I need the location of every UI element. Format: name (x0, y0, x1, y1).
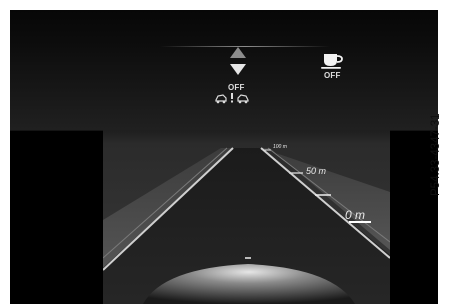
figure-id: P54.33-4347-31 (430, 113, 442, 196)
attention-assist-off-label: OFF (324, 71, 341, 80)
distance-label-50: 50 m (306, 166, 327, 176)
triangle-up-icon (230, 47, 246, 58)
center-mark (245, 257, 251, 259)
road-view: 100 m 50 m 0 m (103, 130, 390, 304)
distance-label-100: 100 m (273, 144, 287, 150)
status-area (10, 10, 438, 130)
instrument-display: OFF OFF 100 m 50 m 0 m (10, 10, 438, 304)
coffee-cup-icon (321, 54, 343, 69)
distance-label-0: 0 m (345, 208, 366, 222)
triangle-down-icon (230, 64, 246, 75)
car-distance-icon (215, 93, 249, 104)
